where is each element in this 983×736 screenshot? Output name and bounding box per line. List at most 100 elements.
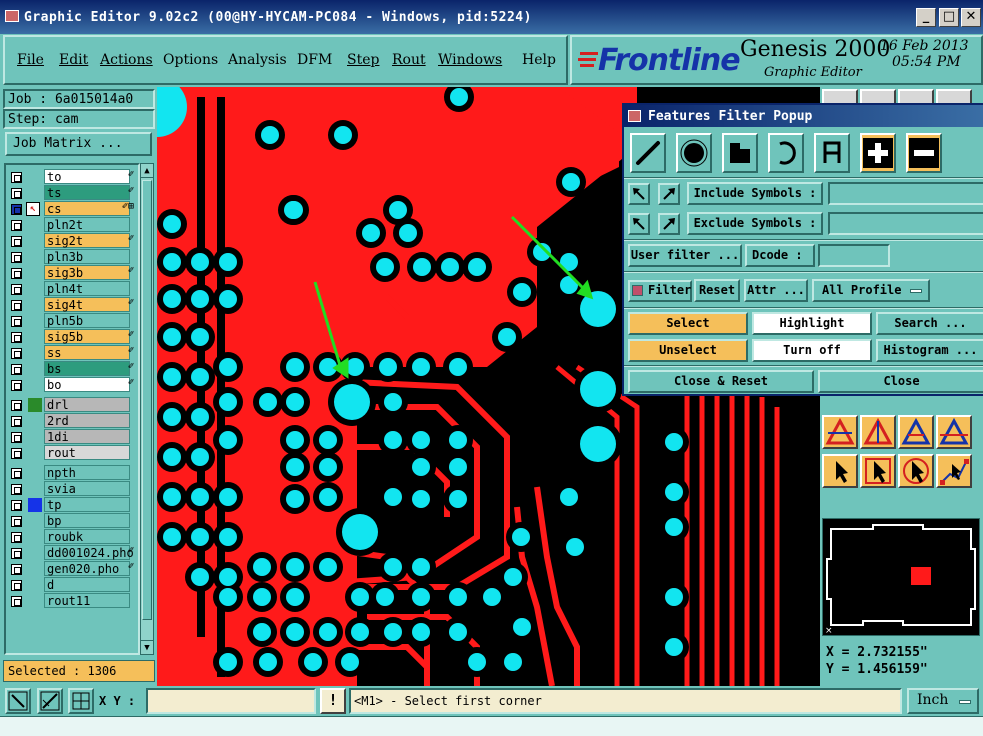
layer-row[interactable]: 1di <box>8 429 136 445</box>
unit-dropdown[interactable]: Inch <box>907 688 979 714</box>
layer-checkbox[interactable] <box>11 332 22 343</box>
menu-edit[interactable]: Edit <box>59 52 88 68</box>
highlight-button[interactable]: Highlight <box>752 312 872 335</box>
layer-row[interactable]: sig3b ✐ <box>8 265 136 281</box>
include-arrow-button[interactable] <box>628 183 650 205</box>
pointer-tool-4[interactable] <box>936 454 972 488</box>
grid-button[interactable] <box>68 688 94 714</box>
menu-help[interactable]: Help <box>522 52 556 68</box>
pointer-tool-3[interactable] <box>898 454 934 488</box>
layer-row[interactable]: gen020.pho ✐ <box>8 561 136 577</box>
layer-row[interactable]: 2rd <box>8 413 136 429</box>
layer-row[interactable]: roubk <box>8 529 136 545</box>
exclude-symbols-field[interactable] <box>828 212 983 235</box>
layer-row[interactable]: pln3b <box>8 249 136 265</box>
close-reset-button[interactable]: Close & Reset <box>628 370 814 393</box>
histogram-button[interactable]: Histogram ... <box>876 339 983 362</box>
feature-pad-button[interactable] <box>676 133 712 173</box>
layer-row[interactable]: sig4t ✐ <box>8 297 136 313</box>
menu-dfm[interactable]: DFM <box>297 52 332 68</box>
layer-row[interactable]: drl <box>8 397 136 413</box>
layer-checkbox[interactable] <box>11 236 22 247</box>
search-button[interactable]: Search ... <box>876 312 983 335</box>
turn-off-button[interactable]: Turn off <box>752 339 872 362</box>
reset-button[interactable]: Reset <box>694 279 740 302</box>
triangle-tool-4[interactable] <box>936 415 972 449</box>
zoom-window-button[interactable] <box>5 688 31 714</box>
exclamation-button[interactable]: ! <box>320 688 346 714</box>
layer-checkbox[interactable] <box>11 188 22 199</box>
pointer-tool-2[interactable] <box>860 454 896 488</box>
attr-button[interactable]: Attr ... <box>744 279 808 302</box>
layer-checkbox[interactable] <box>11 252 22 263</box>
menu-rout[interactable]: Rout <box>392 52 426 68</box>
measure-button[interactable] <box>37 688 63 714</box>
feature-negative-button[interactable] <box>906 133 942 173</box>
filter-toggle[interactable]: Filter <box>628 280 692 302</box>
layer-checkbox[interactable] <box>11 448 22 459</box>
scroll-thumb[interactable] <box>142 180 152 620</box>
layer-checkbox[interactable] <box>11 400 22 411</box>
unselect-button[interactable]: Unselect <box>628 339 748 362</box>
layer-checkbox[interactable] <box>11 484 22 495</box>
layer-checkbox[interactable] <box>11 564 22 575</box>
include-arrow-button-2[interactable] <box>658 183 680 205</box>
layer-checkbox[interactable] <box>11 516 22 527</box>
layer-row[interactable]: sig2t ✐ <box>8 233 136 249</box>
exclude-arrow-button-2[interactable] <box>658 213 680 235</box>
exclude-symbols-button[interactable]: Exclude Symbols : <box>687 212 823 235</box>
xy-input[interactable] <box>146 688 316 714</box>
layer-checkbox[interactable] <box>11 580 22 591</box>
layer-checkbox[interactable] <box>11 284 22 295</box>
layer-checkbox[interactable] <box>11 380 22 391</box>
layer-row[interactable]: rout <box>8 445 136 461</box>
layer-checkbox[interactable] <box>11 548 22 559</box>
all-profile-dropdown[interactable]: All Profile <box>812 279 930 302</box>
layer-scrollbar[interactable]: ▲ ▼ <box>140 163 154 655</box>
menu-options[interactable]: Options <box>163 52 218 68</box>
layer-checkbox[interactable] <box>11 220 22 231</box>
feature-arc-button[interactable] <box>768 133 804 173</box>
layer-row[interactable]: d <box>8 577 136 593</box>
layer-row[interactable]: to ✐ <box>8 169 136 185</box>
minimize-button[interactable]: _ <box>916 8 936 27</box>
layer-checkbox[interactable] <box>11 416 22 427</box>
scroll-down-icon[interactable]: ▼ <box>141 640 153 654</box>
dcode-field[interactable] <box>818 244 890 267</box>
job-matrix-button[interactable]: Job Matrix ... <box>5 132 152 156</box>
layer-checkbox[interactable] <box>11 300 22 311</box>
scroll-up-icon[interactable]: ▲ <box>141 164 153 178</box>
layer-row[interactable]: pln5b <box>8 313 136 329</box>
exclude-arrow-button[interactable] <box>628 213 650 235</box>
layer-checkbox[interactable] <box>11 268 22 279</box>
user-filter-button[interactable]: User filter ... <box>628 244 742 267</box>
layer-row[interactable]: pln2t <box>8 217 136 233</box>
triangle-tool-2[interactable] <box>860 415 896 449</box>
include-symbols-field[interactable] <box>828 182 983 205</box>
dcode-button[interactable]: Dcode : <box>745 244 815 267</box>
menu-analysis[interactable]: Analysis <box>228 52 287 68</box>
feature-positive-button[interactable] <box>860 133 896 173</box>
close-button[interactable]: ✕ <box>961 8 981 27</box>
popup-close-button[interactable]: Close <box>818 370 983 393</box>
include-symbols-button[interactable]: Include Symbols : <box>687 182 823 205</box>
menu-windows[interactable]: Windows <box>438 52 502 68</box>
feature-surface-button[interactable] <box>722 133 758 173</box>
maximize-button[interactable]: □ <box>939 8 959 27</box>
layer-row[interactable]: bo ✐ <box>8 377 136 393</box>
select-button[interactable]: Select <box>628 312 748 335</box>
layer-checkbox[interactable] <box>11 500 22 511</box>
menu-file[interactable]: File <box>17 52 44 68</box>
layer-row[interactable]: pln4t <box>8 281 136 297</box>
layer-checkbox[interactable] <box>11 364 22 375</box>
menu-actions[interactable]: Actions <box>100 52 153 68</box>
layer-row[interactable]: rout11 <box>8 593 136 609</box>
layer-row[interactable]: ↖ cs ✐⊞ <box>8 201 136 217</box>
layer-checkbox[interactable] <box>11 316 22 327</box>
layer-row[interactable]: svia <box>8 481 136 497</box>
feature-line-button[interactable] <box>630 133 666 173</box>
layer-checkbox[interactable] <box>11 172 22 183</box>
layer-row[interactable]: bp <box>8 513 136 529</box>
layer-row[interactable]: npth <box>8 465 136 481</box>
layer-row[interactable]: sig5b ✐ <box>8 329 136 345</box>
